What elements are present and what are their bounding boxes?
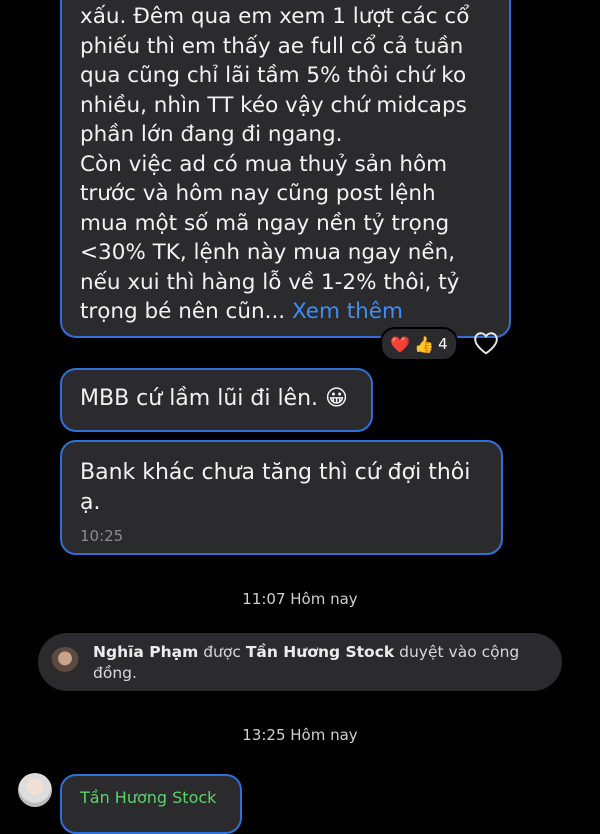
message-text: xấu. Đêm qua em xem 1 lượt các cổ phiếu … xyxy=(80,2,500,327)
message-line: xấu. Đêm qua em xem 1 lượt các cổ xyxy=(80,4,470,29)
heart-reaction-icon: ❤️ xyxy=(390,334,411,354)
notice-verb: được xyxy=(203,643,241,661)
reaction-badge[interactable]: ❤️ 👍 4 xyxy=(380,327,458,361)
message-bubble-2[interactable]: MBB cứ lầm lũi đi lên. 😀 xyxy=(60,368,373,432)
message-line: Còn việc ad có mua thuỷ sản hôm xyxy=(80,151,448,177)
message-time: 10:25 xyxy=(80,527,124,545)
heart-outline-icon xyxy=(474,332,498,355)
reaction-count: 4 xyxy=(438,335,448,353)
message-line: mua một số mã ngay nền tỷ trọng xyxy=(80,210,450,236)
see-more-link[interactable]: Xem thêm xyxy=(292,299,403,324)
message-line: phiếu thì em thấy ae full cổ cả tuần xyxy=(80,33,464,59)
message-line: MBB cứ lầm lũi đi lên. xyxy=(80,386,319,411)
message-line: phần lớn đang đi ngang. xyxy=(80,122,343,147)
avatar[interactable] xyxy=(50,647,80,677)
message-line: nhiều, nhìn TT kéo vậy chứ midcaps xyxy=(80,92,467,118)
system-notice: Nghĩa Phạm được Tần Hương Stock duyệt và… xyxy=(38,633,562,691)
user-name[interactable]: Nghĩa Phạm xyxy=(93,643,198,661)
message-line: trước và hôm nay cũng post lệnh xyxy=(80,181,436,206)
admin-name[interactable]: Tần Hương Stock xyxy=(246,643,394,661)
sender-name[interactable]: Tần Hương Stock xyxy=(80,788,216,807)
timestamp-divider: 11:07 Hôm nay xyxy=(242,590,358,608)
message-line: nếu xui thì hàng lỗ về 1-2% thôi, tỷ xyxy=(80,269,460,295)
react-heart-button[interactable] xyxy=(468,327,504,359)
avatar[interactable] xyxy=(18,773,52,807)
message-line: qua cũng chỉ lãi tầm 5% thôi chứ ko xyxy=(80,63,467,88)
message-text: Bank khác chưa tăng thì cứ đợi thôi ạ. xyxy=(80,460,471,515)
message-line: <30% TK, lệnh này mua ngay nền, xyxy=(80,240,456,265)
system-notice-text: Nghĩa Phạm được Tần Hương Stock duyệt và… xyxy=(93,642,553,684)
timestamp-divider: 13:25 Hôm nay xyxy=(242,726,358,744)
message-line: trọng bé nên cũn... xyxy=(80,299,286,324)
grinning-face-icon: 😀 xyxy=(325,386,348,411)
message-bubble-3[interactable]: Bank khác chưa tăng thì cứ đợi thôi ạ. 1… xyxy=(60,440,503,555)
message-bubble-4[interactable]: Tần Hương Stock xyxy=(60,774,242,834)
message-text: MBB cứ lầm lũi đi lên. 😀 xyxy=(80,386,348,411)
message-bubble-1[interactable]: xấu. Đêm qua em xem 1 lượt các cổ phiếu … xyxy=(60,0,511,338)
thumbs-up-reaction-icon: 👍 xyxy=(414,334,435,354)
